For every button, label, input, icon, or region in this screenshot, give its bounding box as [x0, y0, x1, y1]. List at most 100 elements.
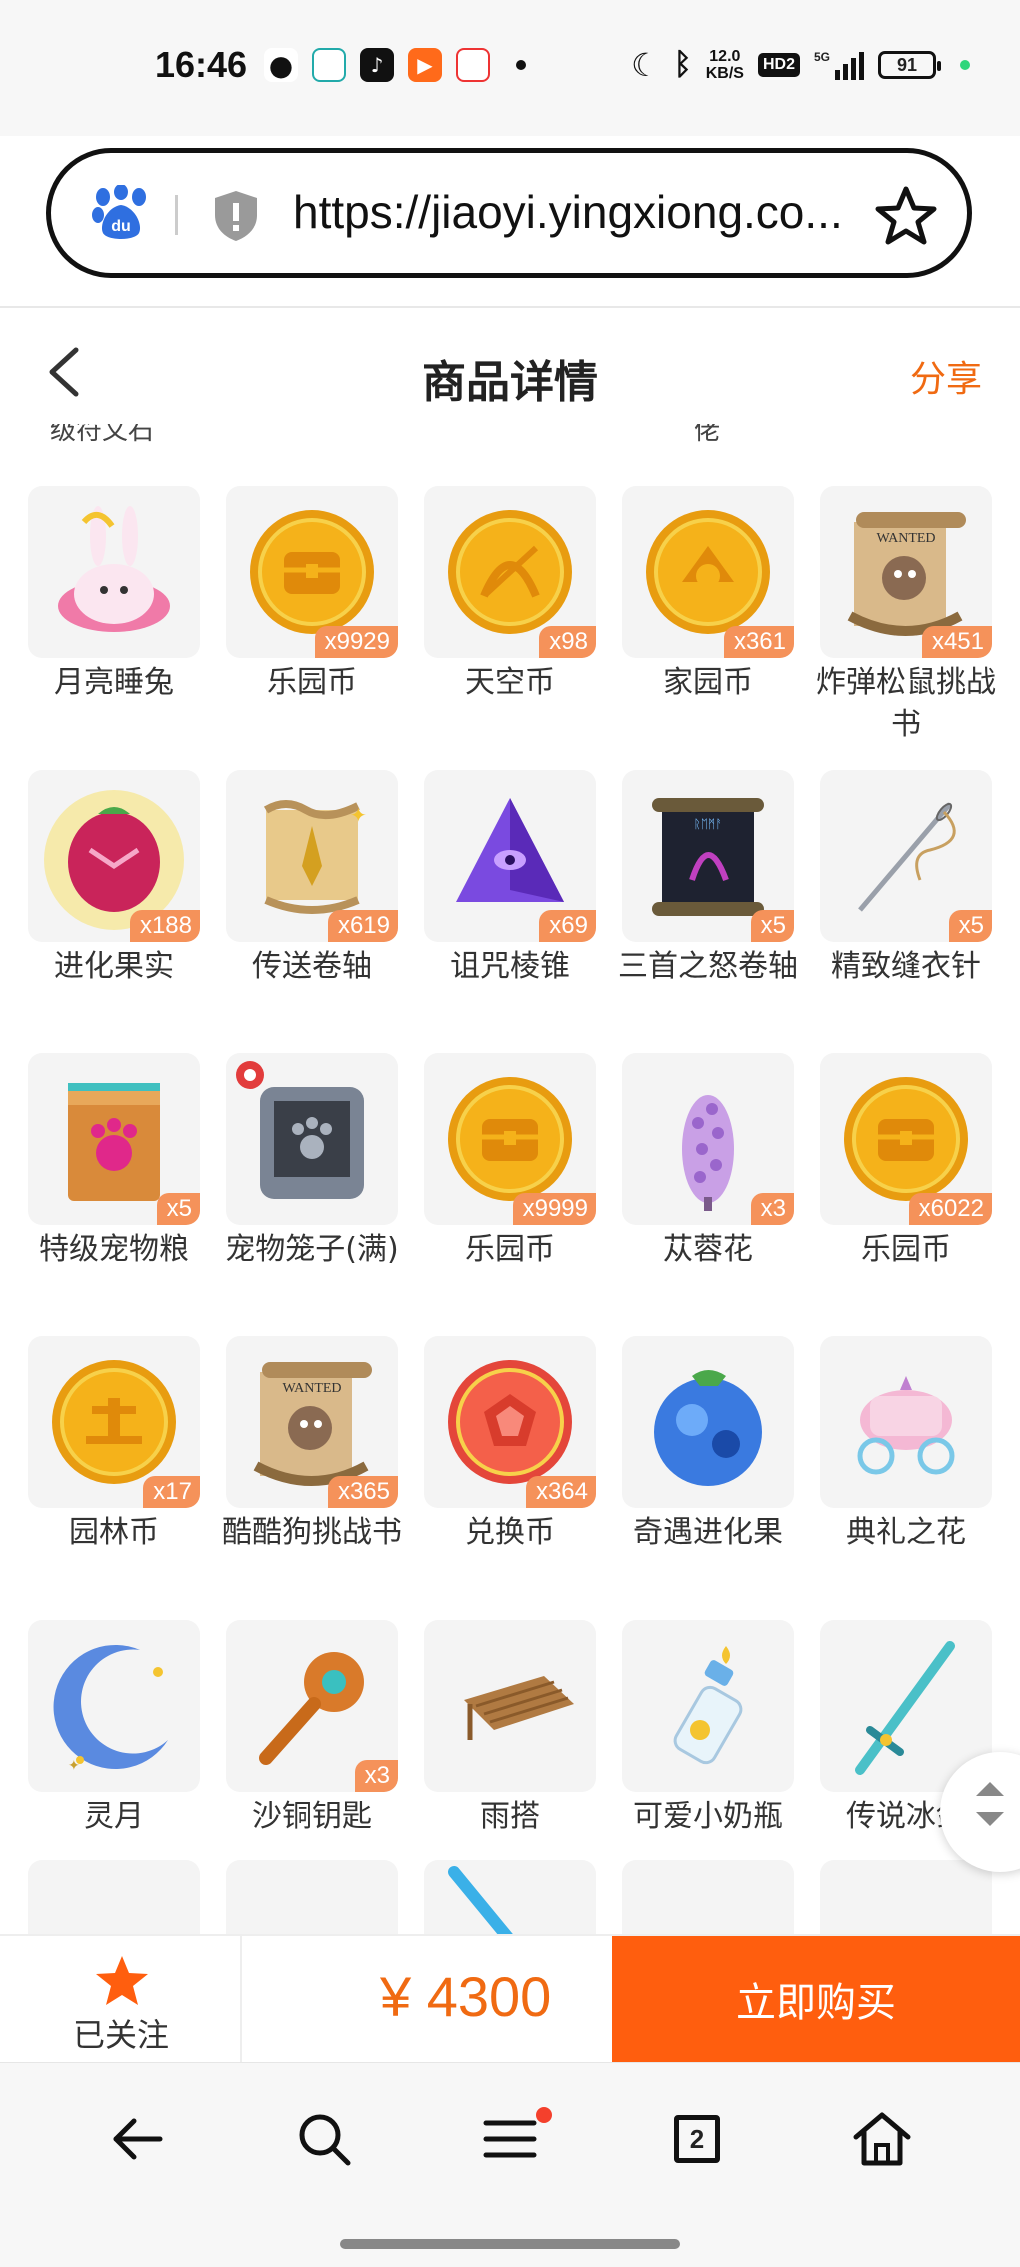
monster-eye-icon — [622, 1860, 794, 1934]
stone-icon — [820, 1860, 992, 1934]
item-tile[interactable] — [622, 1336, 794, 1508]
item-tile[interactable] — [424, 1860, 596, 1934]
follow-button[interactable]: 已关注 — [0, 1936, 242, 2062]
item-tile[interactable] — [622, 1860, 794, 1934]
bookmark-star-icon[interactable] — [875, 185, 937, 247]
quantity-badge: x361 — [723, 626, 794, 658]
item-tile[interactable]: x3 — [622, 1053, 794, 1225]
svg-text:ᚱᛖᛗᚨ: ᚱᛖᛗᚨ — [694, 817, 723, 831]
tab-count[interactable]: 2 — [674, 2115, 720, 2163]
item-name: 传送卷轴 — [252, 949, 372, 984]
tabs-icon[interactable]: 2 — [664, 2107, 728, 2171]
item-tile[interactable] — [820, 1860, 992, 1934]
map-pin-icon — [456, 48, 490, 82]
quantity-badge: x6022 — [908, 1193, 992, 1225]
menu-icon[interactable] — [478, 2107, 542, 2171]
item-name: 沙铜钥匙 — [252, 1799, 372, 1834]
item-tile[interactable]: x361 — [622, 486, 794, 658]
security-shield-icon[interactable] — [211, 189, 261, 243]
scroll-down-icon[interactable] — [976, 1812, 1004, 1826]
item-tile[interactable]: x98 — [424, 486, 596, 658]
item-name: 乐园币 — [861, 1232, 951, 1267]
item-tile[interactable]: x188 — [28, 770, 200, 942]
item-name: 苁蓉花 — [663, 1232, 753, 1267]
cut-off-text-right: 佬 — [694, 424, 721, 446]
item-tile[interactable]: ✦ — [28, 1620, 200, 1792]
follow-star-icon[interactable] — [94, 1954, 150, 2008]
item-name: 乐园币 — [465, 1232, 555, 1267]
scroll-up-icon[interactable] — [976, 1782, 1004, 1796]
purchase-bar: 已关注 ¥ 4300 立即购买 — [0, 1934, 1020, 2062]
item-tile[interactable]: x364 — [424, 1336, 596, 1508]
crescent-moon-icon: ✦ — [53, 1644, 168, 1774]
address-bar[interactable]: du https://jiaoyi.yingxiong.co... — [46, 148, 972, 278]
cut-off-text-left: 级符文石 — [50, 424, 155, 446]
quantity-badge: x365 — [327, 1476, 398, 1508]
search-icon[interactable] — [292, 2107, 356, 2171]
quantity-badge: x451 — [921, 626, 992, 658]
more-notifications-icon — [516, 60, 526, 70]
item-tile[interactable] — [226, 1053, 398, 1225]
follow-label[interactable]: 已关注 — [0, 2010, 242, 2056]
item-tile[interactable] — [226, 1860, 398, 1934]
menu-notification-dot — [536, 2107, 552, 2123]
item-tile[interactable]: x6022 — [820, 1053, 992, 1225]
system-icons: ☾ ᛒ 12.0 KB/S HD2 5G 91 — [631, 46, 970, 84]
quantity-badge: x9999 — [512, 1193, 596, 1225]
item-tile[interactable]: x9999 — [424, 1053, 596, 1225]
share-button[interactable]: 分享 — [910, 350, 982, 402]
item-tile[interactable]: x69 — [424, 770, 596, 942]
item-tile[interactable]: WANTED x451 — [820, 486, 992, 658]
item-name: 炸弹松鼠挑战书 — [816, 665, 996, 742]
item-tile[interactable] — [622, 1620, 794, 1792]
baidu-icon[interactable]: du — [89, 185, 153, 241]
item-tile[interactable]: x17 — [28, 1336, 200, 1508]
page-header: 商品详情 分享 — [0, 308, 1020, 428]
item-tile[interactable] — [820, 1336, 992, 1508]
item-tile[interactable]: x5 — [820, 770, 992, 942]
svg-text:du: du — [111, 218, 131, 235]
item-name: 奇遇进化果 — [633, 1515, 783, 1550]
item-tile[interactable]: ᚱᛖᛗᚨ x5 — [622, 770, 794, 942]
item-tile[interactable] — [28, 486, 200, 658]
signal-icon: 5G — [814, 50, 864, 80]
carriage-icon — [857, 1376, 955, 1475]
item-tile[interactable] — [424, 1620, 596, 1792]
pet-cage-icon — [236, 1061, 364, 1199]
item-tile[interactable] — [28, 1860, 200, 1934]
net-speed: 12.0 KB/S — [705, 48, 744, 82]
red-item-icon — [28, 1860, 200, 1934]
url-text[interactable]: https://jiaoyi.yingxiong.co... — [293, 185, 843, 239]
svg-text:✦: ✦ — [68, 1758, 80, 1774]
item-tile[interactable]: x9929 — [226, 486, 398, 658]
buy-now-button[interactable]: 立即购买 — [612, 1936, 1020, 2062]
item-name: 天空币 — [465, 665, 555, 700]
item-name: 家园币 — [663, 665, 753, 700]
qq-icon — [312, 48, 346, 82]
quantity-badge: x619 — [327, 910, 398, 942]
back-icon[interactable] — [106, 2107, 170, 2171]
do-not-disturb-icon: ☾ — [631, 47, 660, 83]
quantity-badge: x17 — [143, 1476, 200, 1508]
notification-icons: ● ♪ ▶ — [264, 48, 526, 82]
item-name: 特级宠物粮 — [39, 1232, 189, 1267]
item-name: 诅咒棱锥 — [450, 949, 570, 984]
quantity-badge: x5 — [156, 1193, 200, 1225]
item-tile[interactable]: ✦ x619 — [226, 770, 398, 942]
bluetooth-icon: ᛒ — [673, 48, 692, 81]
item-tile[interactable]: x5 — [28, 1053, 200, 1225]
home-icon[interactable] — [850, 2107, 914, 2171]
item-tile[interactable]: x3 — [226, 1620, 398, 1792]
browser-nav-bar: 2 — [0, 2062, 1020, 2267]
item-tile[interactable]: WANTED x365 — [226, 1336, 398, 1508]
quantity-badge: x5 — [948, 910, 992, 942]
quantity-badge: x3 — [750, 1193, 794, 1225]
item-name: 精致缝衣针 — [831, 949, 981, 984]
home-indicator — [340, 2239, 680, 2249]
svg-text:✦: ✦ — [350, 803, 367, 827]
quantity-badge: x364 — [525, 1476, 596, 1508]
item-name: 三首之怒卷轴 — [618, 949, 798, 984]
item-name: 可爱小奶瓶 — [633, 1799, 783, 1834]
item-name: 进化果实 — [54, 949, 174, 984]
status-bar: 16:46 ● ♪ ▶ ☾ ᛒ 12.0 KB/S HD2 5G 91 — [0, 0, 1020, 136]
